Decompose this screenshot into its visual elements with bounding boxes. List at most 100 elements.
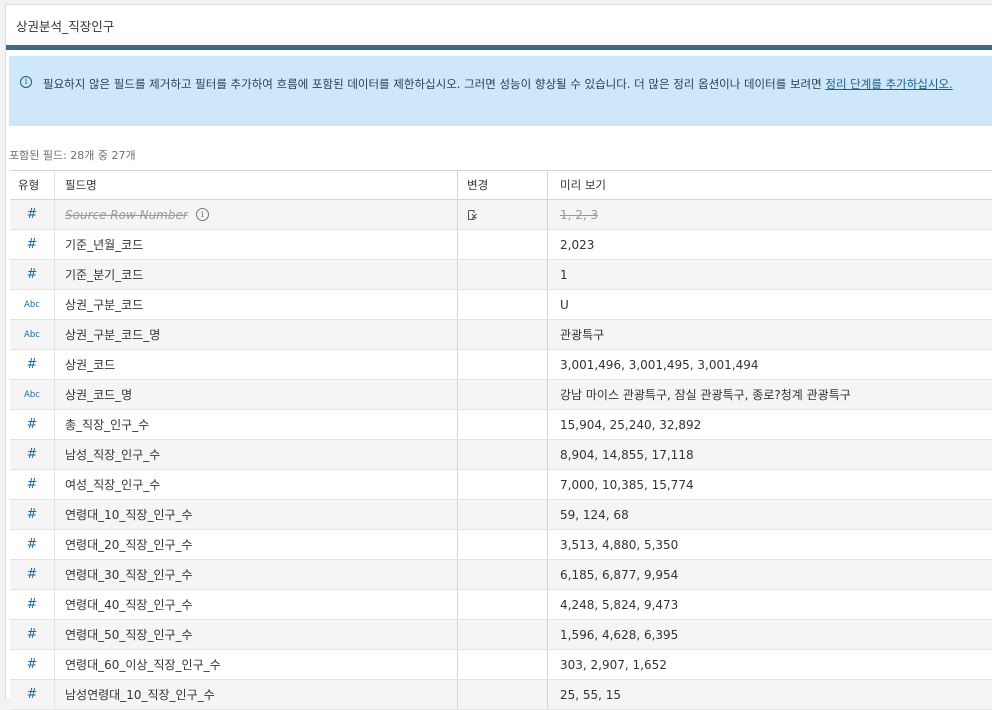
table-row[interactable]: # 연령대_10_직장_인구_수 59, 124, 68 xyxy=(10,500,992,530)
field-name-cell[interactable]: Source Row Number i xyxy=(54,200,457,229)
number-type-icon[interactable]: # xyxy=(27,597,38,612)
field-type-cell[interactable]: Abc xyxy=(10,320,54,349)
field-type-cell[interactable]: # xyxy=(10,200,54,229)
field-change-cell[interactable] xyxy=(457,590,547,619)
field-change-cell[interactable] xyxy=(457,650,547,679)
number-type-icon[interactable]: # xyxy=(27,267,38,282)
field-change-cell[interactable] xyxy=(457,470,547,499)
field-change-cell[interactable] xyxy=(457,290,547,319)
table-row[interactable]: Abc 상권_코드_명 강남 마이스 관광특구, 잠실 관광특구, 종로?청계 관광… xyxy=(10,380,992,410)
field-name[interactable]: 연령대_10_직장_인구_수 xyxy=(65,506,193,523)
field-change-cell[interactable] xyxy=(457,530,547,559)
table-row[interactable]: # 연령대_30_직장_인구_수 6,185, 6,877, 9,954 xyxy=(10,560,992,590)
table-row[interactable]: # 연령대_50_직장_인구_수 1,596, 4,628, 6,395 xyxy=(10,620,992,650)
field-name[interactable]: 연령대_20_직장_인구_수 xyxy=(65,536,193,553)
string-type-icon[interactable]: Abc xyxy=(24,390,40,400)
table-row[interactable]: # 연령대_20_직장_인구_수 3,513, 4,880, 5,350 xyxy=(10,530,992,560)
header-type[interactable]: 유형 xyxy=(10,171,54,199)
field-name[interactable]: Source Row Number xyxy=(65,208,188,222)
field-name[interactable]: 연령대_30_직장_인구_수 xyxy=(65,566,193,583)
field-type-cell[interactable]: Abc xyxy=(10,290,54,319)
table-row[interactable]: # 기준_년월_코드 2,023 xyxy=(10,230,992,260)
field-name-cell[interactable]: 총_직장_인구_수 xyxy=(54,410,457,439)
field-name-cell[interactable]: 연령대_30_직장_인구_수 xyxy=(54,560,457,589)
field-change-cell[interactable] xyxy=(457,410,547,439)
table-row[interactable]: Abc 상권_구분_코드_명 관광특구 xyxy=(10,320,992,350)
field-name-cell[interactable]: 상권_구분_코드 xyxy=(54,290,457,319)
field-type-cell[interactable]: # xyxy=(10,500,54,529)
number-type-icon[interactable]: # xyxy=(27,627,38,642)
field-type-cell[interactable]: # xyxy=(10,410,54,439)
table-row[interactable]: # 연령대_40_직장_인구_수 4,248, 5,824, 9,473 xyxy=(10,590,992,620)
table-row[interactable]: # 남성_직장_인구_수 8,904, 14,855, 17,118 xyxy=(10,440,992,470)
field-name-cell[interactable]: 연령대_20_직장_인구_수 xyxy=(54,530,457,559)
field-name-cell[interactable]: 기준_년월_코드 xyxy=(54,230,457,259)
number-type-icon[interactable]: # xyxy=(27,357,38,372)
field-name-cell[interactable]: 상권_코드_명 xyxy=(54,380,457,409)
header-change[interactable]: 변경 xyxy=(457,171,547,199)
field-change-cell[interactable] xyxy=(457,350,547,379)
table-row[interactable]: # 총_직장_인구_수 15,904, 25,240, 32,892 xyxy=(10,410,992,440)
field-name[interactable]: 남성_직장_인구_수 xyxy=(65,446,160,463)
field-name[interactable]: 연령대_50_직장_인구_수 xyxy=(65,626,193,643)
field-name[interactable]: 남성연령대_10_직장_인구_수 xyxy=(65,686,215,703)
table-row[interactable]: # 연령대_60_이상_직장_인구_수 303, 2,907, 1,652 xyxy=(10,650,992,680)
field-type-cell[interactable]: # xyxy=(10,680,54,709)
number-type-icon[interactable]: # xyxy=(27,657,38,672)
table-row[interactable]: # 상권_코드 3,001,496, 3,001,495, 3,001,494 xyxy=(10,350,992,380)
field-name[interactable]: 연령대_40_직장_인구_수 xyxy=(65,596,193,613)
field-name-cell[interactable]: 남성_직장_인구_수 xyxy=(54,440,457,469)
field-name[interactable]: 총_직장_인구_수 xyxy=(65,416,149,433)
number-type-icon[interactable]: # xyxy=(27,507,38,522)
field-name[interactable]: 상권_코드_명 xyxy=(65,386,132,403)
number-type-icon[interactable]: # xyxy=(27,417,38,432)
field-name-cell[interactable]: 상권_코드 xyxy=(54,350,457,379)
field-name-cell[interactable]: 상권_구분_코드_명 xyxy=(54,320,457,349)
field-change-cell[interactable] xyxy=(457,440,547,469)
field-name-cell[interactable]: 연령대_50_직장_인구_수 xyxy=(54,620,457,649)
field-name[interactable]: 기준_년월_코드 xyxy=(65,236,143,253)
field-change-cell[interactable] xyxy=(457,320,547,349)
field-change-cell[interactable] xyxy=(457,380,547,409)
field-change-cell[interactable] xyxy=(457,680,547,709)
field-type-cell[interactable]: # xyxy=(10,350,54,379)
field-change-cell[interactable] xyxy=(457,260,547,289)
string-type-icon[interactable]: Abc xyxy=(24,330,40,340)
field-name-cell[interactable]: 연령대_60_이상_직장_인구_수 xyxy=(54,650,457,679)
field-type-cell[interactable]: Abc xyxy=(10,380,54,409)
field-type-cell[interactable]: # xyxy=(10,590,54,619)
field-type-cell[interactable]: # xyxy=(10,530,54,559)
number-type-icon[interactable]: # xyxy=(27,567,38,582)
field-name[interactable]: 상권_구분_코드 xyxy=(65,296,143,313)
add-clean-step-link[interactable]: 정리 단계를 추가하십시오. xyxy=(825,77,952,91)
header-field-name[interactable]: 필드명 xyxy=(54,171,457,199)
field-type-cell[interactable]: # xyxy=(10,470,54,499)
field-name-cell[interactable]: 남성연령대_10_직장_인구_수 xyxy=(54,680,457,709)
header-preview[interactable]: 미리 보기 xyxy=(547,171,992,199)
field-change-cell[interactable] xyxy=(457,200,547,229)
table-row[interactable]: # 여성_직장_인구_수 7,000, 10,385, 15,774 xyxy=(10,470,992,500)
table-row[interactable]: # 기준_분기_코드 1 xyxy=(10,260,992,290)
number-type-icon[interactable]: # xyxy=(27,447,38,462)
field-change-cell[interactable] xyxy=(457,620,547,649)
field-type-cell[interactable]: # xyxy=(10,650,54,679)
field-type-cell[interactable]: # xyxy=(10,560,54,589)
number-type-icon[interactable]: # xyxy=(27,207,38,222)
table-row[interactable]: # Source Row Number i 1, 2, 3 xyxy=(10,200,992,230)
field-name[interactable]: 상권_코드 xyxy=(65,356,115,373)
field-change-cell[interactable] xyxy=(457,230,547,259)
field-type-cell[interactable]: # xyxy=(10,440,54,469)
field-change-cell[interactable] xyxy=(457,500,547,529)
field-name[interactable]: 기준_분기_코드 xyxy=(65,266,143,283)
string-type-icon[interactable]: Abc xyxy=(24,300,40,310)
number-type-icon[interactable]: # xyxy=(27,477,38,492)
field-change-cell[interactable] xyxy=(457,560,547,589)
number-type-icon[interactable]: # xyxy=(27,537,38,552)
field-name-cell[interactable]: 여성_직장_인구_수 xyxy=(54,470,457,499)
field-name[interactable]: 상권_구분_코드_명 xyxy=(65,326,160,343)
field-name[interactable]: 연령대_60_이상_직장_인구_수 xyxy=(65,656,221,673)
field-type-cell[interactable]: # xyxy=(10,260,54,289)
field-name-cell[interactable]: 연령대_40_직장_인구_수 xyxy=(54,590,457,619)
number-type-icon[interactable]: # xyxy=(27,237,38,252)
table-row[interactable]: Abc 상권_구분_코드 U xyxy=(10,290,992,320)
